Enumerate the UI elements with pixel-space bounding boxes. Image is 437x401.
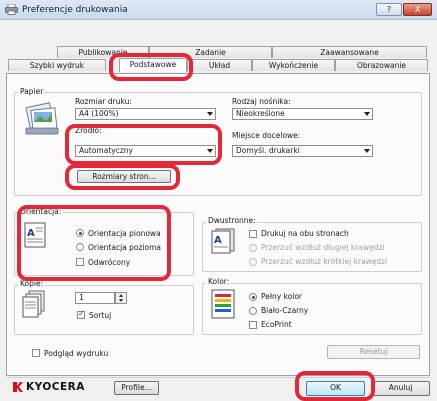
- full-color-radio[interactable]: [249, 293, 257, 301]
- color-group-label: Kolor:: [206, 277, 232, 286]
- close-button[interactable]: X: [403, 3, 432, 16]
- reset-button[interactable]: Resetuj: [327, 345, 420, 359]
- flip-short-radio[interactable]: [249, 258, 257, 266]
- paper-stack-icon: [25, 102, 59, 135]
- destination-value: Domyśl. drukarki: [236, 146, 300, 155]
- arrow-down-icon[interactable]: [119, 299, 123, 302]
- media-type-select[interactable]: Nieokreślone: [232, 108, 373, 120]
- media-type-label: Rodzaj nośnika:: [232, 97, 291, 106]
- tab-uklad[interactable]: Układ: [187, 59, 252, 71]
- close-icon: X: [414, 5, 421, 14]
- highlight-orientation: [17, 205, 171, 281]
- black-white-label: Biało-Czarny: [261, 306, 309, 315]
- tab-label: Obrazowanie: [356, 61, 407, 70]
- tab-zaawansowane[interactable]: Zaawansowane: [272, 46, 427, 58]
- color-page-icon: [211, 289, 235, 319]
- help-icon: ?: [386, 5, 392, 14]
- tab-szybki-wydruk[interactable]: Szybki wydruk: [8, 59, 106, 71]
- preview-label: Podgląd wydruku: [44, 349, 109, 358]
- highlight-page-sizes: [65, 164, 180, 190]
- print-size-select[interactable]: A4 (100%): [75, 108, 216, 120]
- tab-wykonczenie[interactable]: Wykończenie: [252, 59, 335, 71]
- highlight-ok: [295, 371, 375, 401]
- printer-icon: [5, 4, 18, 15]
- flip-short-label: Przerzuć wzdłuż krótkiej krawędzi: [261, 257, 388, 266]
- kyocera-logo-icon: [13, 382, 23, 392]
- chevron-down-icon: [364, 112, 370, 116]
- tab-obrazowanie[interactable]: Obrazowanie: [335, 59, 428, 71]
- tab-label: Podstawowe: [129, 60, 177, 69]
- tab-label: Wykończenie: [268, 61, 319, 70]
- ecoprint-checkbox[interactable]: [249, 321, 257, 329]
- collate-label: Sortuj: [89, 311, 112, 320]
- highlight-source: [65, 124, 222, 165]
- flip-long-radio[interactable]: [249, 244, 257, 252]
- flip-long-label: Przerzuć wzdłuż długiej krawędzi: [261, 243, 385, 252]
- tab-label: Szybki wydruk: [29, 61, 85, 70]
- cancel-button[interactable]: Anuluj: [371, 381, 430, 396]
- profile-button[interactable]: Profile...: [114, 381, 159, 395]
- print-size-value: A4 (100%): [79, 109, 119, 118]
- destination-select[interactable]: Domyśl. drukarki: [232, 145, 373, 157]
- duplex-group-label: Dwustronne:: [206, 216, 258, 225]
- print-size-label: Rozmiar druku:: [75, 97, 132, 106]
- preview-checkbox[interactable]: [32, 349, 40, 357]
- black-white-radio[interactable]: [249, 307, 257, 315]
- tab-label: Zaawansowane: [320, 48, 379, 57]
- duplex-checkbox[interactable]: [249, 230, 257, 238]
- duplex-label: Drukuj na obu stronach: [261, 229, 349, 238]
- ecoprint-label: EcoPrint: [261, 320, 292, 329]
- destination-label: Miejsce docelowe:: [232, 131, 301, 140]
- svg-text:A: A: [214, 235, 222, 246]
- full-color-label: Pełny kolor: [261, 292, 302, 301]
- help-button[interactable]: ?: [376, 3, 402, 16]
- brand-logo: KYOCERA: [26, 381, 85, 393]
- collate-checkbox[interactable]: [77, 309, 85, 319]
- tab-label: Zadanie: [195, 48, 226, 57]
- tab-label: Układ: [208, 61, 231, 70]
- title-bar: Preferencje drukowania ? X: [0, 0, 437, 20]
- media-type-value: Nieokreślone: [236, 109, 285, 118]
- arrow-up-icon[interactable]: [119, 294, 123, 297]
- chevron-down-icon: [207, 112, 213, 116]
- duplex-page-icon: A: [211, 228, 235, 254]
- chevron-down-icon: [364, 149, 370, 153]
- copies-spinner[interactable]: [115, 292, 127, 304]
- copies-input[interactable]: 1: [75, 292, 115, 304]
- copies-value: 1: [79, 293, 84, 302]
- paper-group-label: Papier: [18, 87, 46, 96]
- window-title: Preferencje drukowania: [22, 5, 128, 15]
- copies-stack-icon: [22, 290, 45, 318]
- tab-podstawowe[interactable]: Podstawowe: [119, 58, 187, 72]
